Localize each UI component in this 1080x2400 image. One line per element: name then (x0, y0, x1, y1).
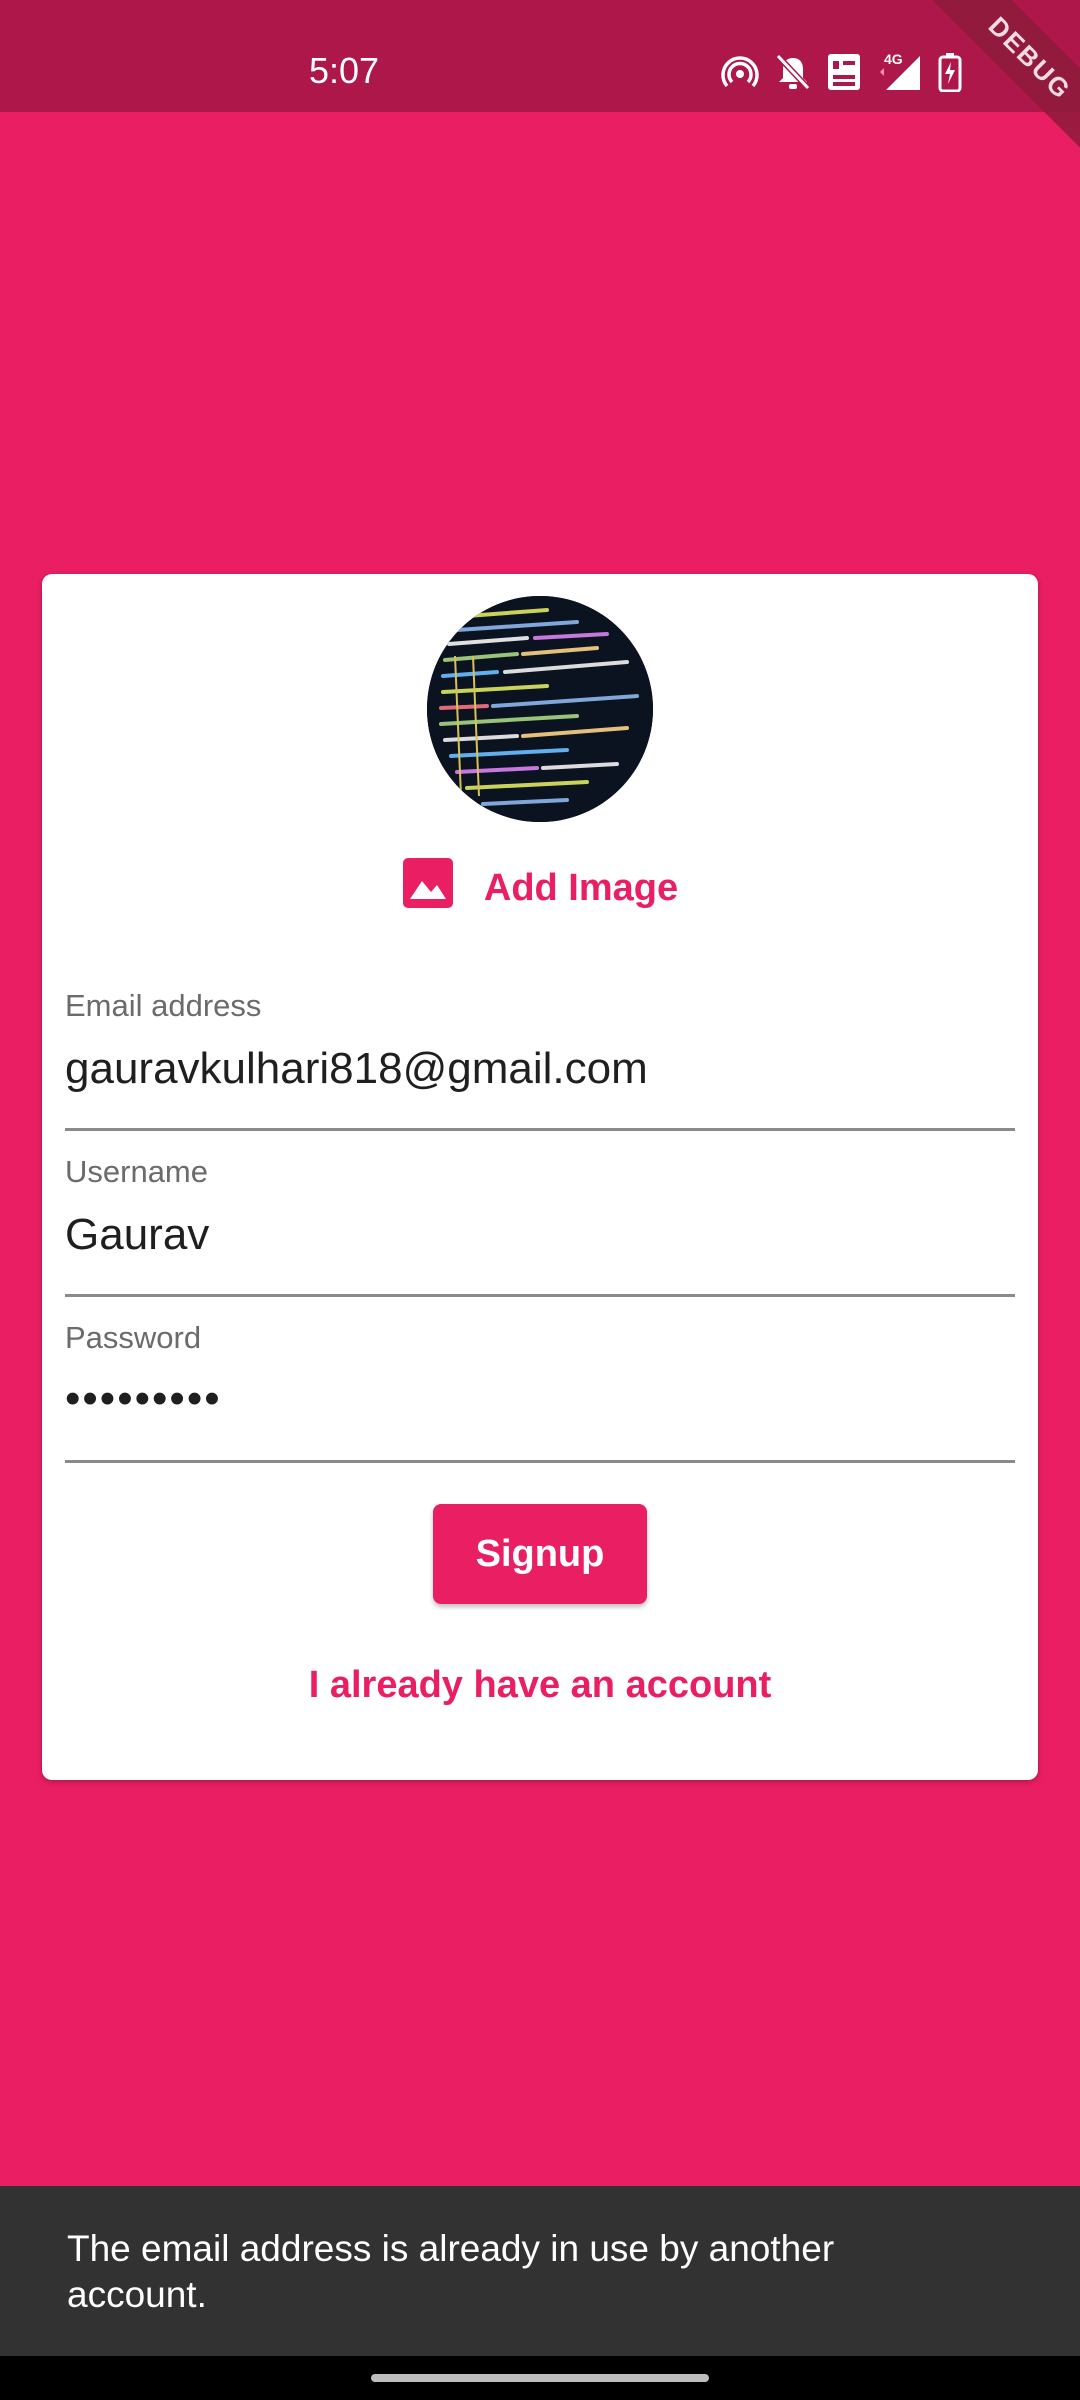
signup-card: Add Image Email address gauravkulhari818… (42, 574, 1038, 1780)
profile-avatar[interactable] (427, 596, 653, 822)
login-link[interactable]: I already have an account (42, 1664, 1038, 1707)
battery-charging-icon (938, 52, 962, 92)
email-value[interactable]: gauravkulhari818@gmail.com (65, 1044, 648, 1094)
home-indicator[interactable] (371, 2374, 709, 2382)
username-label: Username (65, 1154, 208, 1189)
snackbar-message: The email address is already in use by a… (67, 2228, 835, 2315)
volte-icon (826, 52, 862, 92)
password-value[interactable]: ••••••••• (65, 1374, 222, 1424)
status-bar: 5:07 4G (0, 0, 1080, 112)
password-label: Password (65, 1320, 202, 1355)
hotspot-icon (720, 52, 760, 92)
network-type: 4G (884, 52, 903, 67)
code-image (427, 596, 653, 822)
username-value[interactable]: Gaurav (65, 1210, 209, 1260)
navigation-bar (0, 2356, 1080, 2400)
signup-button[interactable]: Signup (433, 1504, 647, 1604)
username-field[interactable]: Username Gaurav (65, 1154, 1015, 1297)
email-field[interactable]: Email address gauravkulhari818@gmail.com (65, 988, 1015, 1131)
bell-off-icon (774, 52, 812, 92)
email-label: Email address (65, 988, 262, 1023)
add-image-label: Add Image (483, 866, 679, 909)
status-time: 5:07 (309, 50, 380, 91)
add-image-button[interactable]: Add Image (42, 856, 1038, 920)
image-icon (402, 857, 454, 919)
snackbar: The email address is already in use by a… (0, 2186, 1080, 2356)
status-icons: 4G (720, 50, 962, 94)
signal-icon: 4G (876, 52, 924, 92)
password-field[interactable]: Password ••••••••• (65, 1320, 1015, 1463)
